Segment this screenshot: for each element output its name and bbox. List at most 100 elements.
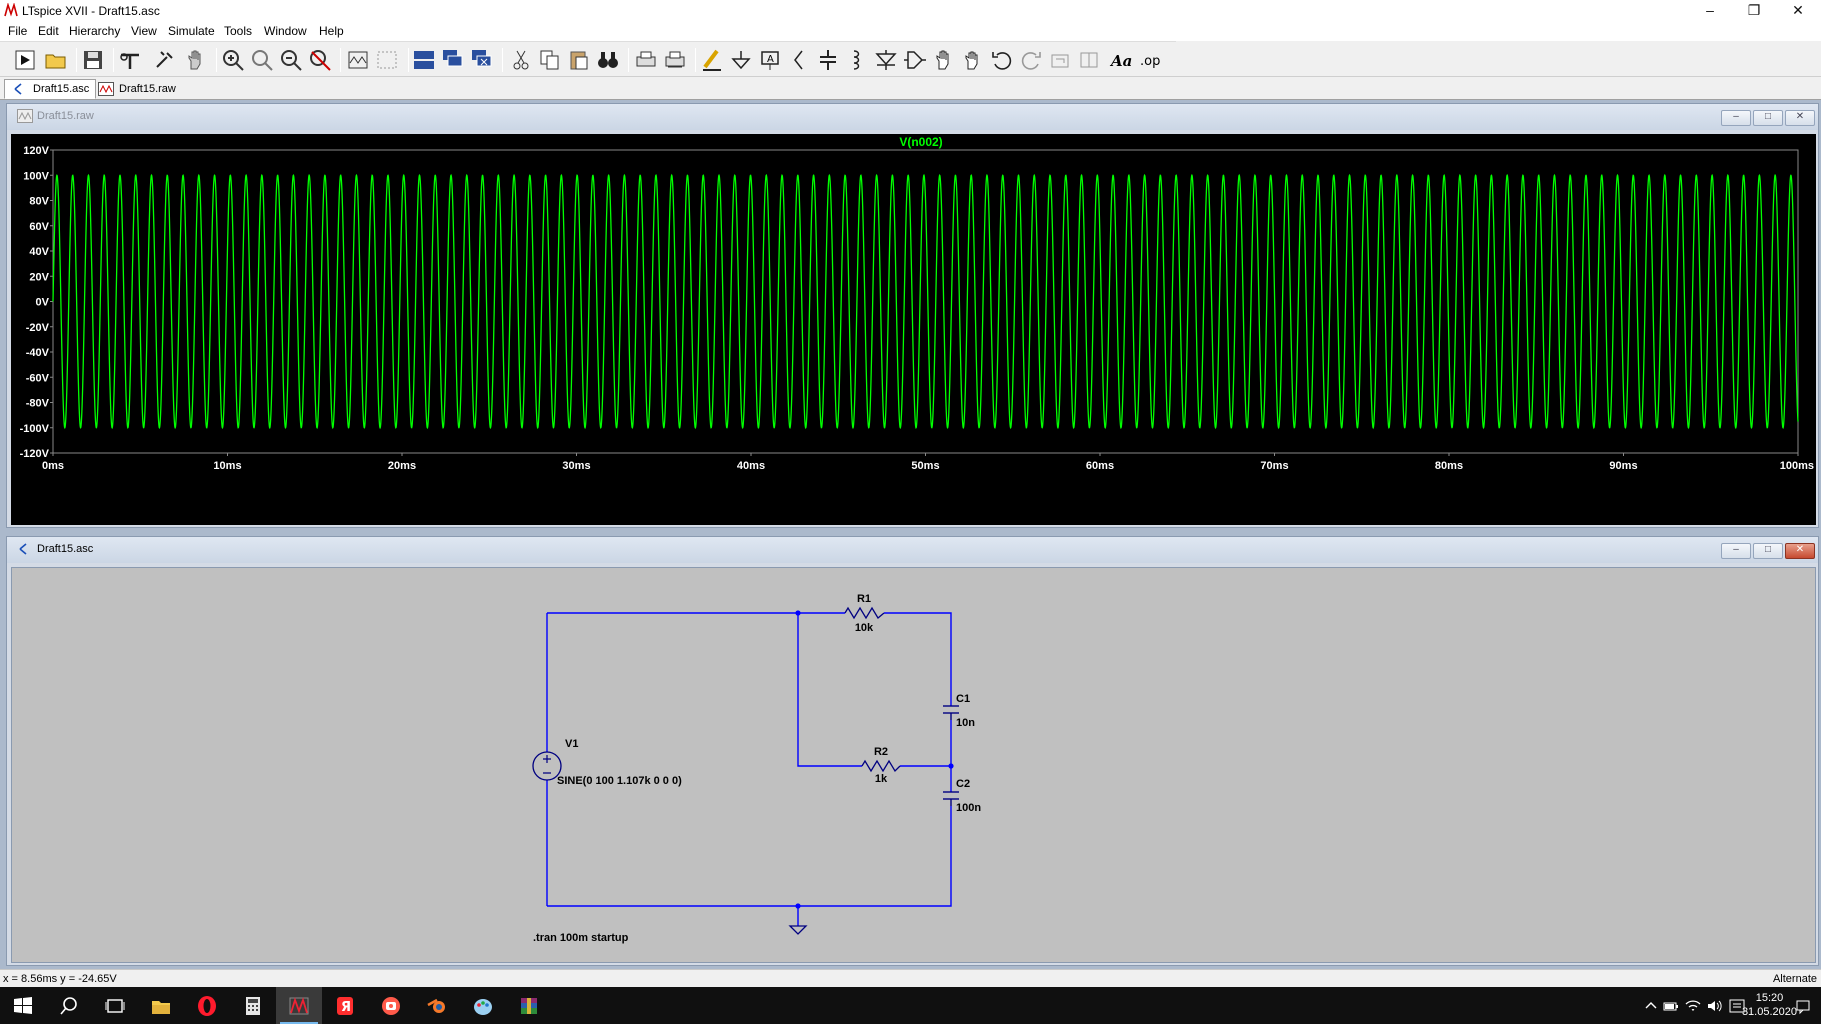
zoom-fit-icon[interactable] [307,47,333,73]
tab-draft15-asc[interactable]: Draft15.asc [4,79,97,99]
ground-icon[interactable] [728,47,754,73]
title-bar: LTspice XVII - Draft15.asc – ❐ ✕ [0,0,1821,22]
start-icon[interactable] [0,987,46,1024]
ltspice-icon[interactable] [276,987,322,1024]
paste-icon[interactable] [566,47,592,73]
y-tick-label: 80V [29,196,49,208]
resistor-r2[interactable] [861,759,901,773]
run-icon[interactable] [12,47,38,73]
schematic-canvas[interactable]: R1 10k R2 1k C1 10n C2 100n V1 SINE(0 10… [11,567,1816,963]
blender-icon[interactable] [414,987,460,1024]
tile-horizontal-icon[interactable] [411,47,437,73]
schematic-close-button[interactable]: ✕ [1785,543,1815,559]
zoom-out-icon[interactable] [278,47,304,73]
print-icon[interactable] [633,47,659,73]
menu-hierarchy[interactable]: Hierarchy [69,24,120,38]
schematic-minimize-button[interactable]: – [1721,543,1751,559]
wire-r1-to-c1[interactable] [884,612,952,706]
file-explorer-icon[interactable] [138,987,184,1024]
calculator-icon[interactable] [230,987,276,1024]
print-preview-icon[interactable] [662,47,688,73]
open-folder-icon[interactable] [43,47,69,73]
mirror-icon[interactable] [1076,47,1102,73]
trace-label[interactable]: V(n002) [899,135,942,149]
redo-icon[interactable] [1018,47,1044,73]
menu-simulate[interactable]: Simulate [168,24,215,38]
plot-maximize-button[interactable]: □ [1753,110,1783,126]
waveform-window-titlebar[interactable]: Draft15.raw – □ ✕ [7,104,1818,130]
spice-directive-icon[interactable]: .op [1138,47,1164,73]
waveform-chart[interactable]: V(n002) 120V 100V 80V 60V 40V 20V 0V -20V -40V -6… [11,134,1816,525]
opera-icon[interactable] [184,987,230,1024]
cascade-windows-icon[interactable] [440,47,466,73]
x-tick-label: 80ms [1435,460,1463,472]
plot-minimize-button[interactable]: – [1721,110,1751,126]
menu-edit[interactable]: Edit [38,24,59,38]
menu-window[interactable]: Window [264,24,307,38]
inductor-icon[interactable] [844,47,870,73]
wire-bottom[interactable] [547,806,952,907]
clock-time: 15:20 [1755,992,1784,1004]
battery-icon[interactable] [1662,997,1680,1015]
schematic-maximize-button[interactable]: □ [1753,543,1783,559]
menu-view[interactable]: View [131,24,157,38]
label-net-icon[interactable]: A [757,47,783,73]
save-icon[interactable] [80,47,106,73]
resistor-r1[interactable] [844,606,885,620]
search-icon[interactable] [46,987,92,1024]
autorange-icon[interactable] [345,47,371,73]
zoom-pan-icon[interactable] [249,47,275,73]
y-tick-label: 40V [29,246,49,258]
yandex-icon[interactable]: Я [322,987,368,1024]
spice-directive[interactable]: .tran 100m startup [533,932,629,944]
control-panel-icon[interactable] [117,47,143,73]
schematic-drawing[interactable]: R1 10k R2 1k C1 10n C2 100n V1 SINE(0 10… [12,568,1815,962]
halt-icon[interactable] [152,47,178,73]
text-icon[interactable]: Aa [1109,47,1135,73]
show-hidden-icons-icon[interactable] [1642,997,1660,1015]
tab-draft15-raw[interactable]: Draft15.raw [90,79,183,99]
volume-icon[interactable] [1706,997,1724,1015]
x-tick-label: 90ms [1609,460,1637,472]
c2-name: C2 [956,778,970,790]
rotate-icon[interactable] [1047,47,1073,73]
cut-icon[interactable] [508,47,534,73]
paint-icon[interactable] [460,987,506,1024]
capacitor-icon[interactable] [815,47,841,73]
wifi-icon[interactable] [1684,997,1702,1015]
component-icon[interactable] [902,47,928,73]
y-tick-label: 60V [29,221,49,233]
undo-icon[interactable] [989,47,1015,73]
winrar-icon[interactable] [506,987,552,1024]
close-all-windows-icon[interactable] [469,47,495,73]
notifications-icon[interactable] [1794,997,1812,1015]
restore-button[interactable]: ❐ [1732,0,1776,22]
copy-icon[interactable] [537,47,563,73]
move-hand-icon[interactable] [931,47,957,73]
minimize-button[interactable]: – [1688,0,1732,22]
menu-tools[interactable]: Tools [224,24,252,38]
zoom-in-icon[interactable] [220,47,246,73]
taskbar-clock[interactable]: 15:20 31.05.2020 [1742,991,1797,1019]
menu-file[interactable]: File [8,24,27,38]
draw-wire-icon[interactable] [699,47,725,73]
find-binoculars-icon[interactable] [595,47,621,73]
diode-icon[interactable] [873,47,899,73]
wire-r2-left[interactable] [797,613,862,767]
status-mode: Alternate [1772,973,1817,985]
schematic-icon [14,83,22,95]
schematic-window-titlebar[interactable]: Draft15.asc – □ ✕ [7,537,1818,563]
close-button[interactable]: ✕ [1776,0,1820,22]
pan-hand-icon[interactable] [183,47,209,73]
wires[interactable] [546,612,952,926]
trace-v-n002[interactable] [52,173,1799,430]
drag-hand-icon[interactable] [960,47,986,73]
mark-text-icon[interactable] [374,47,400,73]
plot-pane[interactable]: V(n002) 120V 100V 80V 60V 40V 20V 0V -20V -40V -6… [11,134,1816,525]
screenshot-app-icon[interactable] [368,987,414,1024]
resistor-icon[interactable] [786,47,812,73]
ground-symbol[interactable] [788,925,808,935]
plot-close-button[interactable]: ✕ [1785,110,1815,126]
task-view-icon[interactable] [92,987,138,1024]
menu-help[interactable]: Help [319,24,344,38]
